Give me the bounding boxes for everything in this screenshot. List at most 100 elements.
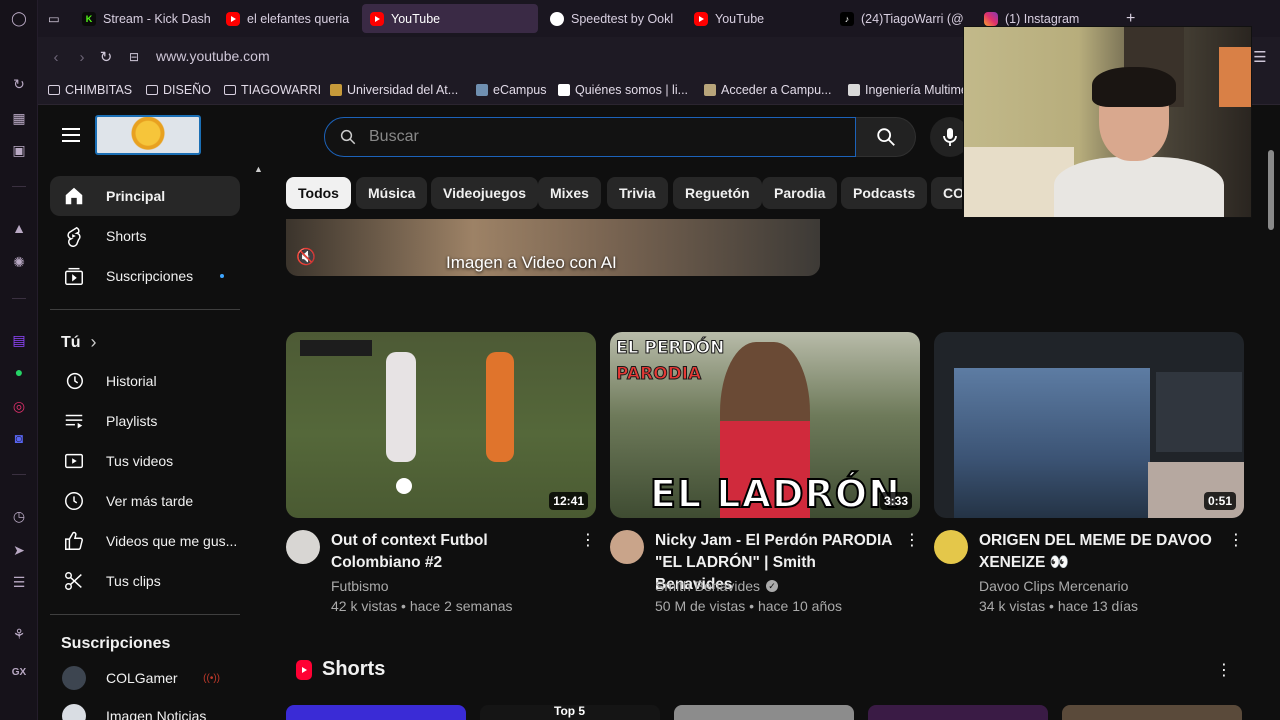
video-card[interactable]: 0:51 ORIGEN DEL MEME DE DAVOO XENEIZE 👀 … bbox=[934, 332, 1244, 614]
sidebar-scroll-up-icon[interactable]: ▲ bbox=[254, 164, 263, 174]
more-options-icon[interactable]: ⋮ bbox=[1216, 660, 1232, 680]
chip-regueton[interactable]: Reguetón bbox=[673, 177, 762, 209]
sidebar-item-historial[interactable]: Historial bbox=[50, 361, 240, 401]
tab-youtube-2[interactable]: YouTube bbox=[686, 4, 826, 33]
chip-podcasts[interactable]: Podcasts bbox=[841, 177, 928, 209]
more-options-icon[interactable]: ⋮ bbox=[1228, 532, 1244, 552]
channel-name[interactable]: Futbismo bbox=[331, 578, 389, 594]
reload-button[interactable]: ↻ bbox=[96, 47, 116, 67]
sidebar-sub-colgamer[interactable]: COLGamer ((•)) bbox=[50, 658, 240, 698]
bookmark-folder-diseno[interactable]: DISEÑO bbox=[146, 83, 211, 97]
video-title[interactable]: ORIGEN DEL MEME DE DAVOO XENEIZE 👀 bbox=[979, 530, 1219, 574]
sidebar-item-liked[interactable]: Videos que me gus... bbox=[50, 521, 240, 561]
menu-icon[interactable]: ☰ bbox=[1250, 47, 1270, 67]
thumbs-up-icon bbox=[62, 529, 86, 553]
avatar bbox=[62, 704, 86, 720]
sidebar-item-principal[interactable]: Principal bbox=[50, 176, 240, 216]
video-thumbnail[interactable]: EL PERDÓN PARODIA EL LADRÓN 3:33 bbox=[610, 332, 920, 518]
tab-youtube-active[interactable]: YouTube bbox=[362, 4, 538, 33]
discord-icon[interactable]: ◙ bbox=[9, 428, 29, 448]
sidebar-item-playlists[interactable]: Playlists bbox=[50, 401, 240, 441]
filter-chips: Todos Música Videojuegos Mixes Trivia Re… bbox=[286, 177, 962, 209]
doodle-logo[interactable] bbox=[95, 115, 201, 155]
sidebar-you-heading[interactable]: Tú › bbox=[61, 332, 97, 353]
ad-banner[interactable]: 🔇 Imagen a Video con AI bbox=[286, 219, 820, 276]
opera-logo-icon[interactable]: ◯ bbox=[9, 8, 29, 28]
chip-parodia[interactable]: Parodia bbox=[762, 177, 838, 209]
sidebar-item-label: Shorts bbox=[106, 228, 147, 244]
security-icon[interactable]: ⊟ bbox=[124, 47, 144, 67]
gx-control-icon[interactable]: ↻ bbox=[9, 74, 29, 94]
bookmark-universidad[interactable]: Universidad del At... bbox=[330, 83, 458, 97]
aria-icon[interactable]: ▲ bbox=[9, 218, 29, 238]
sidebar-sub-imagen-noticias[interactable]: Imagen Noticias bbox=[50, 696, 240, 720]
video-title[interactable]: Out of context Futbol Colombiano #2 bbox=[331, 530, 571, 574]
menu-hamburger-icon[interactable] bbox=[62, 128, 80, 142]
tab-workspaces[interactable]: ▭ bbox=[40, 4, 70, 33]
chip-mixes[interactable]: Mixes bbox=[538, 177, 601, 209]
chip-videojuegos[interactable]: Videojuegos bbox=[431, 177, 538, 209]
chatgpt-icon[interactable]: ✺ bbox=[9, 252, 29, 272]
chip-trivia[interactable]: Trivia bbox=[607, 177, 668, 209]
twitch-icon[interactable]: ▤ bbox=[9, 330, 29, 350]
instagram-icon[interactable]: ◎ bbox=[9, 396, 29, 416]
bookmark-folder-tiagowarri[interactable]: TIAGOWARRI bbox=[224, 83, 321, 97]
sidebar-item-label: Historial bbox=[106, 373, 157, 389]
short-thumbnail[interactable] bbox=[674, 705, 854, 720]
url-field[interactable]: www.youtube.com bbox=[156, 48, 270, 64]
channel-avatar[interactable] bbox=[934, 530, 968, 564]
more-options-icon[interactable]: ⋮ bbox=[580, 532, 596, 552]
chip-col[interactable]: COL bbox=[931, 177, 962, 209]
gx-extra-icon[interactable]: ⚘ bbox=[9, 624, 29, 644]
settings-rail-icon[interactable]: ☰ bbox=[9, 572, 29, 592]
video-stats: 34 k vistas • hace 13 días bbox=[979, 598, 1138, 614]
video-card[interactable]: 12:41 Out of context Futbol Colombiano #… bbox=[286, 332, 596, 614]
forward-button[interactable]: › bbox=[72, 47, 92, 67]
short-thumbnail[interactable] bbox=[1062, 705, 1242, 720]
short-thumbnail[interactable] bbox=[286, 705, 466, 720]
page-scrollbar[interactable] bbox=[1268, 150, 1274, 230]
search-button[interactable] bbox=[856, 117, 916, 157]
folder-icon bbox=[48, 85, 60, 95]
video-thumbnail[interactable]: 0:51 bbox=[934, 332, 1244, 518]
sidebar-item-suscripciones[interactable]: Suscripciones bbox=[50, 256, 240, 296]
search-input[interactable] bbox=[369, 126, 839, 148]
sidebar-item-shorts[interactable]: Shorts bbox=[50, 216, 240, 256]
section-heading: Suscripciones bbox=[61, 635, 171, 652]
channel-name[interactable]: Davoo Clips Mercenario bbox=[979, 578, 1128, 594]
sidebar-item-tus-clips[interactable]: Tus clips bbox=[50, 561, 240, 601]
tab-label: Stream - Kick Dash bbox=[103, 11, 211, 26]
sidebar-item-tus-videos[interactable]: Tus videos bbox=[50, 441, 240, 481]
player-figure bbox=[486, 352, 514, 462]
bookmark-folder-chimbitas[interactable]: CHIMBITAS bbox=[48, 83, 132, 97]
back-button[interactable]: ‹ bbox=[46, 47, 66, 67]
tab-kick[interactable]: K Stream - Kick Dash bbox=[74, 4, 214, 33]
bookmark-campus[interactable]: Acceder a Campu... bbox=[704, 83, 831, 97]
channel-avatar[interactable] bbox=[610, 530, 644, 564]
bookmark-quienes-somos[interactable]: Quiénes somos | li... bbox=[558, 83, 688, 97]
sidebar-item-ver-mas-tarde[interactable]: Ver más tarde bbox=[50, 481, 240, 521]
sidebar-item-label: Playlists bbox=[106, 413, 158, 429]
gx-logo-icon[interactable]: GX bbox=[9, 662, 29, 682]
video-card[interactable]: EL PERDÓN PARODIA EL LADRÓN 3:33 Nicky J… bbox=[610, 332, 920, 614]
send-icon[interactable]: ➤ bbox=[9, 540, 29, 560]
history-rail-icon[interactable]: ◷ bbox=[9, 506, 29, 526]
gx-corner-icon[interactable]: ▦ bbox=[9, 108, 29, 128]
more-options-icon[interactable]: ⋮ bbox=[904, 532, 920, 552]
avatar bbox=[62, 666, 86, 690]
channel-name[interactable]: Smith Benavides ✓ bbox=[655, 578, 779, 594]
short-thumbnail[interactable] bbox=[868, 705, 1048, 720]
whatsapp-icon[interactable]: ● bbox=[9, 362, 29, 382]
bookmark-ingenieria[interactable]: Ingeniería Multime bbox=[848, 83, 968, 97]
video-thumbnail[interactable]: 12:41 bbox=[286, 332, 596, 518]
channel-avatar[interactable] bbox=[286, 530, 320, 564]
bookmark-ecampus[interactable]: eCampus bbox=[476, 83, 547, 97]
tab-youtube-elefantes[interactable]: el elefantes queria bbox=[218, 4, 358, 33]
tab-tiktok[interactable]: ♪ (24)TiagoWarri (@ bbox=[832, 4, 972, 33]
chip-musica[interactable]: Música bbox=[356, 177, 428, 209]
bookmark-label: Universidad del At... bbox=[347, 83, 459, 97]
chip-todos[interactable]: Todos bbox=[286, 177, 351, 209]
muted-speaker-icon[interactable]: 🔇 bbox=[296, 247, 316, 267]
tab-speedtest[interactable]: Speedtest by Ookl bbox=[542, 4, 678, 33]
gx-player-icon[interactable]: ▣ bbox=[9, 140, 29, 160]
